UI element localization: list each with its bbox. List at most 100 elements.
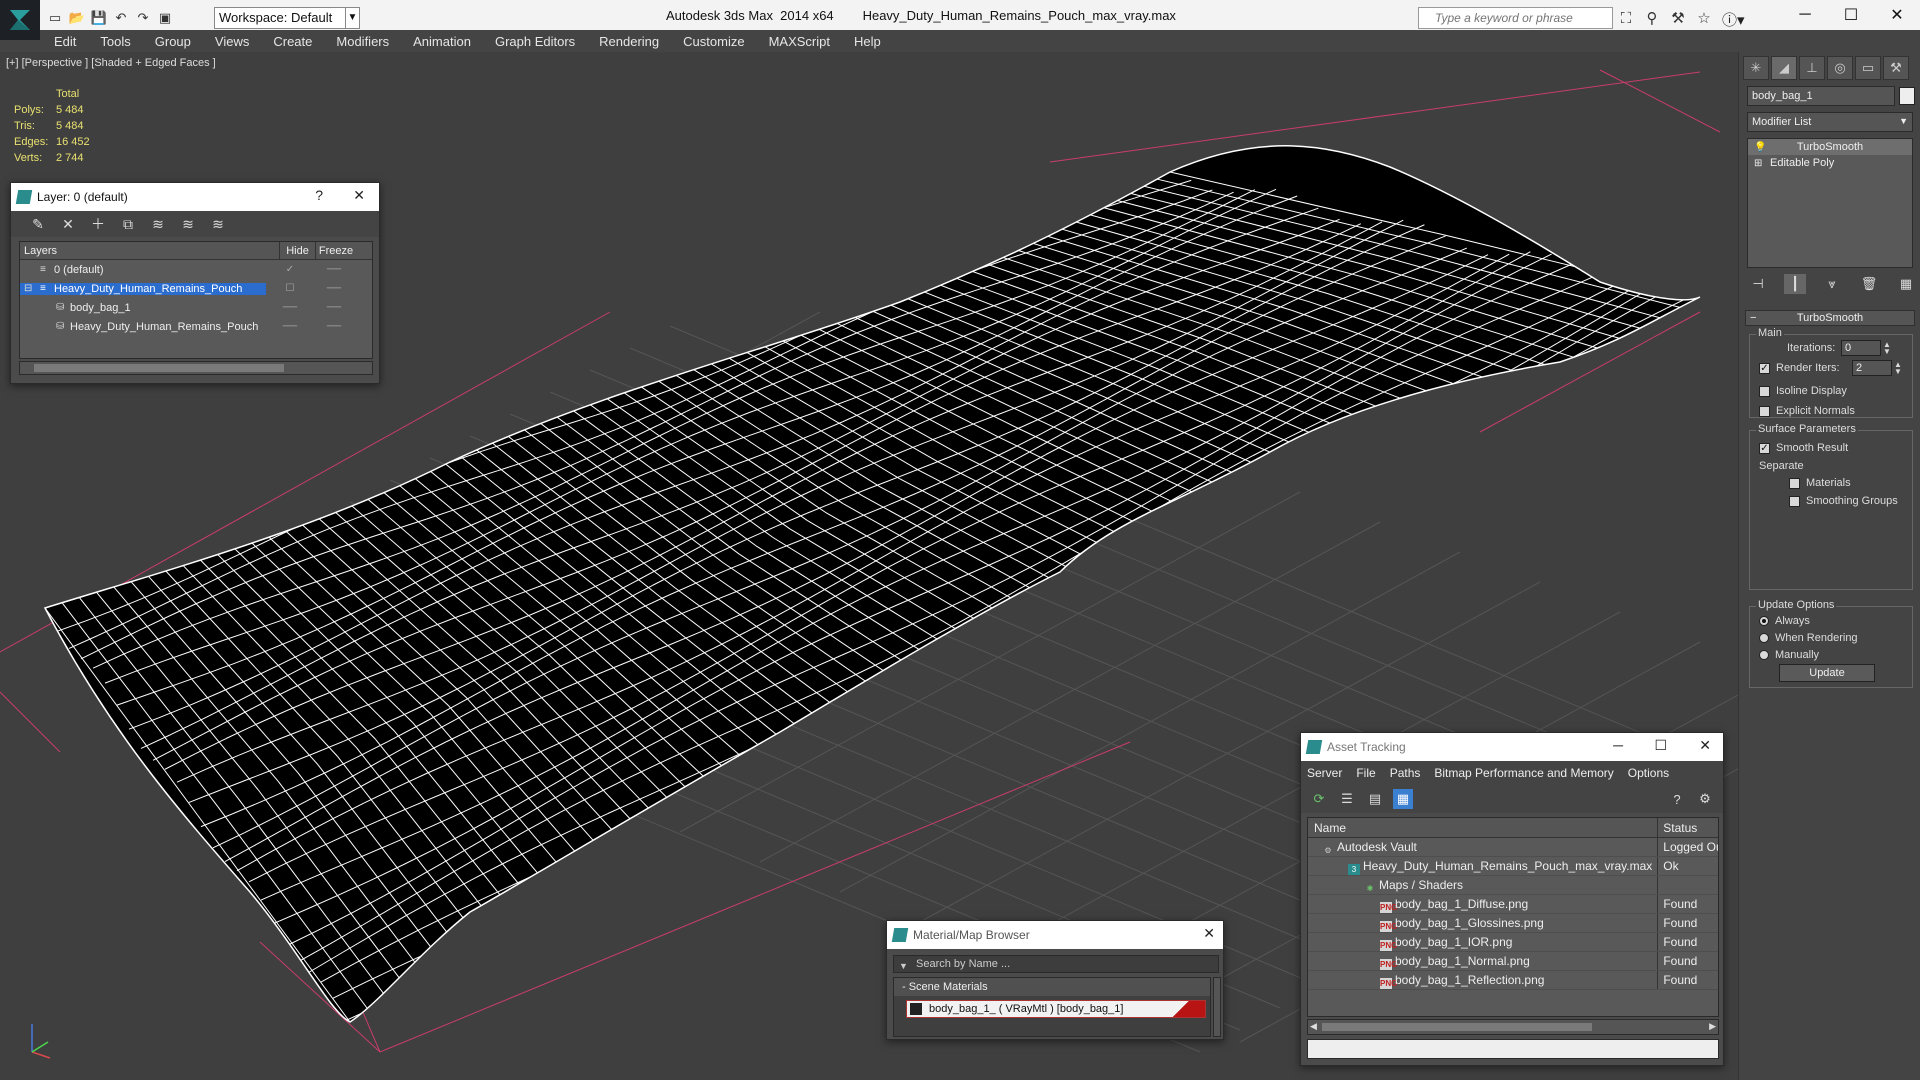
help-button[interactable]: ? [315, 187, 323, 203]
options-triangle-icon[interactable]: ▼ [899, 958, 908, 974]
expand-minus-icon[interactable]: ⊟ [24, 283, 32, 294]
menu-graph-editors[interactable]: Graph Editors [495, 34, 575, 49]
asset-row[interactable]: PNGbody_bag_1_Diffuse.png Found [1308, 895, 1718, 914]
modifier-list-dropdown[interactable]: Modifier List ▼ [1747, 112, 1913, 132]
motion-tab-icon[interactable]: ◎ [1827, 56, 1853, 80]
freeze-toggle[interactable]: ── [314, 264, 354, 275]
spinner-arrows-icon[interactable]: ▲ ▼ [1894, 361, 1902, 376]
scrollbar-thumb[interactable] [34, 364, 284, 372]
scene-materials-group[interactable]: - Scene Materials [894, 978, 1210, 996]
manually-radio[interactable] [1759, 650, 1769, 660]
table-view-icon[interactable]: ▦ [1393, 789, 1413, 809]
col-freeze[interactable]: Freeze [316, 242, 356, 259]
asset-row[interactable]: PNGbody_bag_1_Glossines.png Found [1308, 914, 1718, 933]
project-folder-icon[interactable]: ▣ [156, 9, 174, 27]
menu-help[interactable]: Help [854, 34, 881, 49]
smoothing-groups-checkbox[interactable] [1789, 495, 1800, 507]
scrollbar-thumb[interactable] [1322, 1023, 1592, 1031]
menu-group[interactable]: Group [155, 34, 191, 49]
modify-tab-icon[interactable]: ◢ [1771, 56, 1797, 80]
create-tab-icon[interactable]: ✳ [1743, 56, 1769, 80]
remove-modifier-icon[interactable]: 🗑 [1858, 274, 1880, 294]
maximize-button[interactable]: ☐ [1654, 737, 1667, 754]
binoculars-icon[interactable]: ⛶ [1616, 8, 1636, 28]
vertical-scrollbar[interactable] [1213, 977, 1221, 1037]
search-box[interactable] [1418, 7, 1613, 29]
materials-checkbox[interactable] [1789, 477, 1800, 489]
redo-icon[interactable]: ↷ [134, 9, 152, 27]
highlight-layer-icon[interactable]: ≋ [147, 216, 169, 233]
asset-row[interactable]: PNGbody_bag_1_Reflection.png Found [1308, 971, 1718, 990]
stack-item-editable-poly[interactable]: ⊞ Editable Poly [1748, 155, 1912, 171]
when-rendering-radio[interactable] [1759, 633, 1769, 643]
always-radio[interactable] [1759, 616, 1769, 626]
open-file-icon[interactable]: 📂 [68, 9, 86, 27]
menu-maxscript[interactable]: MAXScript [769, 34, 830, 49]
help-icon[interactable]: ? [1667, 789, 1687, 809]
expand-plus-icon[interactable]: ⊞ [1754, 156, 1762, 172]
refresh-icon[interactable]: ⟳ [1309, 789, 1329, 809]
menu-file[interactable]: File [1356, 766, 1375, 780]
menu-rendering[interactable]: Rendering [599, 34, 659, 49]
save-file-icon[interactable]: 💾 [90, 9, 108, 27]
freeze-all-icon[interactable]: ≋ [207, 216, 229, 233]
workspace-select[interactable]: Workspace: Default [214, 7, 360, 29]
layer-row[interactable]: ⛁ body_bag_1 ── ── [20, 298, 372, 317]
col-name[interactable]: Name [1308, 818, 1659, 837]
menu-create[interactable]: Create [273, 34, 312, 49]
hide-toggle[interactable]: ☐ [266, 283, 314, 294]
delete-layer-icon[interactable]: ✕ [57, 216, 79, 233]
lightbulb-icon[interactable]: 💡 [1754, 140, 1766, 156]
workspace-dropdown-arrow[interactable]: ▼ [345, 7, 359, 29]
layer-row[interactable]: ⊟ ≡ Heavy_Duty_Human_Remains_Pouch ☐ ── [20, 279, 372, 298]
freeze-toggle[interactable]: ── [314, 283, 354, 294]
hide-toggle[interactable]: ── [266, 302, 314, 313]
hide-toggle[interactable]: ✓ [266, 264, 314, 275]
select-objects-icon[interactable]: ⧉ [117, 216, 139, 233]
update-button[interactable]: Update [1779, 664, 1875, 682]
favorites-star-icon[interactable]: ☆ [1694, 8, 1714, 28]
material-search-input[interactable]: ▼ Search by Name ... [893, 955, 1219, 973]
list-view-icon[interactable]: ☰ [1337, 789, 1357, 809]
asset-row[interactable]: ✱ Maps / Shaders [1308, 876, 1718, 895]
settings-icon[interactable]: ⚙ [1695, 789, 1715, 809]
horizontal-scrollbar[interactable] [19, 361, 373, 375]
material-item[interactable]: body_bag_1_ ( VRayMtl ) [body_bag_1] [906, 1000, 1206, 1018]
utilities-tab-icon[interactable]: ⚒ [1883, 56, 1909, 80]
col-status[interactable]: Status [1658, 818, 1718, 837]
menu-options[interactable]: Options [1628, 766, 1669, 780]
spinner-arrows-icon[interactable]: ▲ ▼ [1883, 341, 1891, 356]
asset-row[interactable]: ⚙ Autodesk Vault Logged Ou [1308, 838, 1718, 857]
make-unique-icon[interactable]: ⩔ [1821, 274, 1843, 294]
render-iters-checkbox[interactable]: ✓ [1759, 362, 1770, 374]
iterations-spinner[interactable]: 0 [1841, 340, 1881, 356]
render-iters-spinner[interactable]: 2 [1852, 360, 1892, 376]
minimize-button[interactable]: ─ [1613, 737, 1623, 753]
menu-bitmap-performance[interactable]: Bitmap Performance and Memory [1434, 766, 1613, 780]
undo-icon[interactable]: ↶ [112, 9, 130, 27]
menu-edit[interactable]: Edit [54, 34, 76, 49]
menu-views[interactable]: Views [215, 34, 249, 49]
maximize-button[interactable]: ☐ [1828, 0, 1874, 30]
communication-icon[interactable]: ⚒ [1668, 8, 1688, 28]
col-layers[interactable]: Layers [20, 242, 280, 259]
turbosmooth-rollout-header[interactable]: − TurboSmooth [1745, 310, 1915, 326]
horizontal-scrollbar[interactable]: ◀ ▶ [1307, 1019, 1719, 1035]
object-name-field[interactable]: body_bag_1 [1747, 86, 1895, 106]
pin-stack-icon[interactable]: ⊣ [1747, 274, 1769, 294]
search-input[interactable] [1419, 8, 1599, 28]
freeze-toggle[interactable]: ── [314, 302, 354, 313]
hide-toggle[interactable]: ── [266, 321, 314, 332]
explicit-normals-checkbox[interactable] [1759, 405, 1770, 417]
app-logo-icon[interactable] [0, 0, 40, 40]
display-tab-icon[interactable]: ▭ [1855, 56, 1881, 80]
menu-animation[interactable]: Animation [413, 34, 471, 49]
layer-row[interactable]: ≡ 0 (default) ✓ ── [20, 260, 372, 279]
hide-all-icon[interactable]: ≋ [177, 216, 199, 233]
close-icon[interactable]: ✕ [1699, 737, 1711, 754]
close-window-button[interactable]: ✕ [1874, 0, 1920, 30]
smooth-result-checkbox[interactable]: ✓ [1759, 442, 1770, 454]
detail-view-icon[interactable]: ▤ [1365, 789, 1385, 809]
isoline-checkbox[interactable] [1759, 385, 1770, 397]
asset-row[interactable]: PNGbody_bag_1_IOR.png Found [1308, 933, 1718, 952]
